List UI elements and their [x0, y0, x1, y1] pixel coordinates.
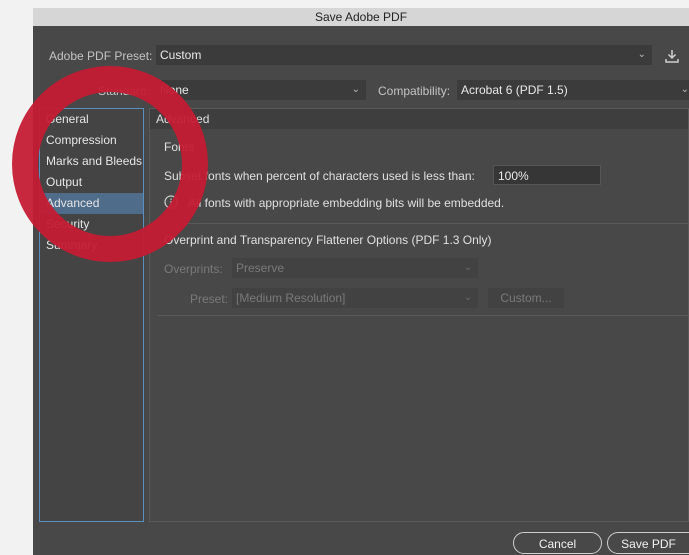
overprints-label: Overprints: [164, 262, 223, 276]
overprint-header: Overprint and Transparency Flattener Opt… [164, 233, 492, 247]
sidebar-item-marks-and-bleeds[interactable]: Marks and Bleeds [40, 151, 143, 172]
custom-flattener-button[interactable]: Custom... [488, 288, 564, 308]
subset-percent-value: 100% [498, 169, 529, 183]
preset-label: Adobe PDF Preset: [49, 49, 153, 63]
overprints-value: Preserve [236, 261, 285, 275]
chevron-down-icon: ⌄ [463, 262, 472, 273]
cancel-button[interactable]: Cancel [513, 532, 602, 554]
sidebar-item-security[interactable]: Security [40, 214, 143, 235]
divider [158, 315, 688, 316]
sidebar-item-general[interactable]: General [40, 109, 143, 130]
chevron-down-icon: ⌄ [351, 84, 360, 95]
flattener-preset-value: [Medium Resolution] [236, 291, 346, 305]
window-title: Save Adobe PDF [33, 8, 689, 26]
save-preset-icon[interactable] [664, 48, 680, 64]
category-sidebar: General Compression Marks and Bleeds Out… [39, 108, 144, 522]
overprints-select[interactable]: Preserve ⌄ [232, 258, 478, 278]
sidebar-item-output[interactable]: Output [40, 172, 143, 193]
section-title: Advanced [150, 109, 688, 129]
compatibility-label: Compatibility: [378, 84, 451, 98]
info-icon [164, 195, 178, 212]
standard-value: None [160, 83, 189, 97]
sidebar-item-summary[interactable]: Summary [40, 235, 143, 256]
flattener-preset-label: Preset: [190, 292, 229, 306]
sidebar-item-compression[interactable]: Compression [40, 130, 143, 151]
advanced-panel: Advanced Fonts Subset fonts when percent… [149, 108, 689, 522]
subset-percent-input[interactable]: 100% [493, 165, 601, 185]
save-pdf-button[interactable]: Save PDF [607, 532, 689, 554]
save-pdf-dialog: Save Adobe PDF Adobe PDF Preset: Custom … [33, 8, 689, 555]
embedding-info-text: All fonts with appropriate embedding bit… [188, 196, 505, 210]
divider [158, 223, 688, 224]
preset-select[interactable]: Custom ⌄ [156, 45, 652, 65]
preset-value: Custom [160, 48, 202, 62]
subset-label: Subset fonts when percent of characters … [164, 169, 475, 183]
compatibility-value: Acrobat 6 (PDF 1.5) [461, 83, 568, 97]
compatibility-select[interactable]: Acrobat 6 (PDF 1.5) ⌄ [457, 80, 689, 100]
chevron-down-icon: ⌄ [463, 292, 472, 303]
chevron-down-icon: ⌄ [637, 49, 646, 60]
sidebar-item-advanced[interactable]: Advanced [40, 193, 143, 214]
standard-label: Standard: [98, 84, 151, 98]
standard-select[interactable]: None ⌄ [156, 80, 366, 100]
chevron-down-icon: ⌄ [680, 84, 689, 95]
fonts-header: Fonts [164, 140, 195, 154]
flattener-preset-select[interactable]: [Medium Resolution] ⌄ [232, 288, 478, 308]
